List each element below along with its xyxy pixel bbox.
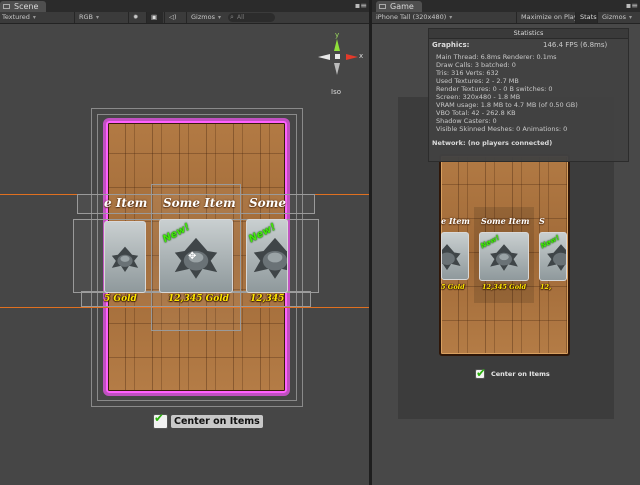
scene-tab-icon bbox=[3, 4, 10, 9]
game-item-slot-right[interactable]: New! bbox=[539, 232, 567, 281]
item-title-right: Some bbox=[249, 196, 287, 210]
scene-search-input[interactable]: All bbox=[228, 13, 275, 22]
scene-gizmos-dropdown[interactable]: Gizmos bbox=[186, 12, 227, 23]
item-slot-center[interactable]: New! ✥ bbox=[159, 219, 233, 293]
maximize-on-play-button[interactable]: Maximize on Play bbox=[516, 12, 578, 23]
statistics-title: Statistics bbox=[429, 29, 628, 39]
game-item-price-center: 12,345 Gold bbox=[482, 283, 527, 291]
gizmo-projection-label[interactable]: Iso bbox=[331, 88, 341, 96]
scene-tab-label: Scene bbox=[14, 2, 39, 11]
game-tab-bar: Game ▪≡ bbox=[372, 0, 640, 12]
stat-line: Shadow Casters: 0 bbox=[436, 117, 497, 125]
network-status: Network: (no players connected) bbox=[432, 139, 553, 147]
helmet-icon bbox=[442, 244, 461, 271]
helmet-icon bbox=[490, 244, 518, 272]
item-price-left: 5 Gold bbox=[104, 294, 137, 304]
stat-line: Used Textures: 2 - 2.7 MB bbox=[436, 77, 519, 85]
scene-view-panel[interactable]: Scene ▪≡ Textured RGB ✹ ▣ ◁) Gizmos All … bbox=[0, 0, 369, 485]
game-tab-icon bbox=[379, 4, 386, 9]
center-on-items-label: Center on Items bbox=[171, 415, 263, 428]
stat-line: Tris: 316 Verts: 632 bbox=[436, 69, 499, 77]
scene-tab-bar: Scene ▪≡ bbox=[0, 0, 369, 12]
center-on-items-checkbox[interactable] bbox=[153, 411, 168, 429]
game-item-slot-left[interactable] bbox=[441, 232, 469, 280]
game-tab[interactable]: Game bbox=[376, 1, 422, 12]
resolution-dropdown[interactable]: iPhone Tall (320x480) bbox=[376, 12, 460, 23]
fps-value: 146.4 FPS (6.8ms) bbox=[543, 41, 608, 49]
stat-line: Screen: 320x480 - 1.8 MB bbox=[436, 93, 521, 101]
center-on-items-toggle[interactable]: Center on Items bbox=[153, 411, 263, 429]
stat-line: VBO Total: 42 - 262.8 KB bbox=[436, 109, 516, 117]
stat-line: Visible Skinned Meshes: 0 Animations: 0 bbox=[436, 125, 568, 133]
game-view-panel[interactable]: Game ▪≡ iPhone Tall (320x480) Maximize o… bbox=[372, 0, 640, 485]
game-item-price-left: 5 Gold bbox=[441, 283, 465, 291]
gizmo-y-label: y bbox=[335, 31, 340, 39]
move-cursor-icon: ✥ bbox=[188, 251, 197, 262]
game-item-price-right: 12, bbox=[540, 283, 552, 291]
helmet-icon bbox=[111, 246, 139, 272]
game-item-title-right: S bbox=[539, 216, 545, 226]
game-center-on-items-checkbox[interactable] bbox=[475, 366, 486, 380]
item-price-center: 12,345 Gold bbox=[168, 294, 229, 304]
statistics-overlay: Statistics Graphics: 146.4 FPS (6.8ms) M… bbox=[428, 28, 629, 162]
color-mode-dropdown[interactable]: RGB bbox=[74, 12, 127, 23]
game-tab-label: Game bbox=[390, 2, 414, 11]
stat-line: Main Thread: 6.8ms Renderer: 0.1ms bbox=[436, 53, 557, 61]
scene-tab-menu-icon[interactable]: ▪≡ bbox=[355, 1, 367, 10]
game-item-title-left: e Item bbox=[441, 216, 470, 226]
scene-toolbar: Textured RGB ✹ ▣ ◁) Gizmos All bbox=[0, 12, 369, 24]
graphics-label: Graphics: bbox=[432, 41, 470, 49]
scene-image-icon[interactable]: ▣ bbox=[146, 12, 163, 23]
stats-button[interactable]: Stats bbox=[575, 12, 598, 23]
game-gizmos-dropdown[interactable]: Gizmos bbox=[597, 12, 638, 23]
game-item-slot-center[interactable]: New! bbox=[479, 232, 529, 281]
item-title-left: e Item bbox=[104, 196, 148, 210]
render-mode-dropdown[interactable]: Textured bbox=[2, 12, 66, 23]
game-toolbar: iPhone Tall (320x480) Maximize on Play S… bbox=[372, 12, 640, 24]
gizmo-x-label: x bbox=[359, 52, 364, 60]
scene-audio-icon[interactable]: ◁) bbox=[164, 12, 183, 23]
game-tab-menu-icon[interactable]: ▪≡ bbox=[626, 1, 638, 10]
game-item-title-center: Some Item bbox=[481, 216, 530, 226]
game-center-on-items-label: Center on Items bbox=[491, 369, 550, 378]
scene-tab[interactable]: Scene bbox=[0, 1, 47, 12]
item-title-center: Some Item bbox=[163, 196, 236, 210]
stat-line: Render Textures: 0 - 0 B switches: 0 bbox=[436, 85, 553, 93]
item-slot-right[interactable]: New! bbox=[246, 219, 288, 293]
stat-line: Draw Calls: 3 batched: 0 bbox=[436, 61, 516, 69]
scene-orientation-gizmo[interactable]: y x Iso bbox=[314, 31, 364, 97]
item-price-right: 12,345 bbox=[250, 294, 285, 304]
item-slot-left[interactable] bbox=[104, 221, 146, 293]
game-center-on-items-toggle[interactable]: Center on Items bbox=[475, 366, 553, 380]
scene-lighting-icon[interactable]: ✹ bbox=[128, 12, 145, 23]
stat-line: VRAM usage: 1.8 MB to 4.7 MB (of 0.50 GB… bbox=[436, 101, 578, 109]
